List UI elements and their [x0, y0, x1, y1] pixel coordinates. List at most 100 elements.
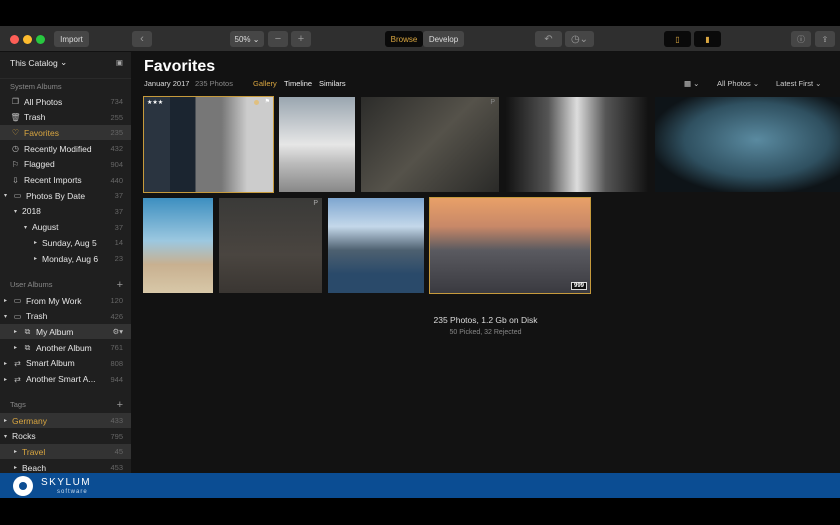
photo-thumbnail[interactable]: P: [361, 97, 499, 192]
sidebar-item[interactable]: ❐ All Photos 734: [0, 94, 131, 109]
sidebar-item[interactable]: 🗑 Trash 255: [0, 110, 131, 125]
expanded-arrow-icon[interactable]: ▾: [4, 433, 12, 440]
expanded-arrow-icon[interactable]: ▾: [4, 192, 12, 199]
heart-icon: ♡: [11, 128, 20, 138]
sidebar-item[interactable]: ⇩ Recent Imports 440: [0, 173, 131, 188]
photo-thumbnail[interactable]: [143, 198, 213, 293]
sidebar-item[interactable]: ▾ Rocks 795: [0, 429, 131, 444]
develop-tab[interactable]: Develop: [423, 31, 464, 47]
import-icon: ⇩: [12, 175, 19, 185]
filter-dropdown[interactable]: All Photos ⌄: [717, 79, 759, 88]
sidebar-item[interactable]: ▾ ▭ Photos By Date 37: [0, 188, 131, 203]
dual-panel-icon[interactable]: ▮: [694, 31, 721, 47]
sidebar-item-label: 2018: [22, 206, 41, 217]
collapsed-arrow-icon[interactable]: ▸: [14, 448, 22, 455]
sort-dropdown[interactable]: Latest First ⌄: [776, 79, 821, 88]
sidebar-item[interactable]: ▾ ▭ Trash 426: [0, 309, 131, 324]
smart-album-icon: ⇄: [14, 358, 21, 368]
smart-album-icon: ⇄: [14, 374, 21, 384]
sidebar-item[interactable]: ▸ Monday, Aug 6 23: [0, 251, 131, 266]
sidebar-item-label: Germany: [12, 415, 47, 426]
share-icon[interactable]: ⇪: [815, 31, 835, 47]
import-button[interactable]: Import: [54, 31, 89, 47]
single-panel-icon[interactable]: ▯: [664, 31, 691, 47]
catalog-dropdown[interactable]: This Catalog ⌄ ▣: [0, 55, 131, 70]
sidebar-item[interactable]: ▸ ⧉ Another Album 761: [0, 340, 131, 355]
sidebar-item-label: Photos By Date: [26, 190, 86, 201]
date-label: January 2017: [144, 79, 190, 88]
sidebar-item[interactable]: ▸ ⇄ Another Smart A... 944: [0, 372, 131, 387]
expanded-arrow-icon[interactable]: ▾: [24, 224, 32, 231]
zoom-dropdown[interactable]: 50% ⌄: [230, 31, 264, 47]
grid-size-dropdown[interactable]: ▦ ⌄: [684, 79, 699, 88]
sidebar: This Catalog ⌄ ▣ System Albums ❐ All Photo…: [0, 52, 131, 473]
sidebar-item-label: Trash: [26, 311, 48, 322]
expanded-arrow-icon[interactable]: ▾: [4, 313, 12, 320]
tab-similars[interactable]: Similars: [319, 79, 346, 88]
sidebar-item[interactable]: ♡ Favorites 235: [0, 125, 131, 141]
photos-icon: ❐: [11, 97, 20, 106]
sidebar-item-label: Recently Modified: [24, 143, 92, 154]
gear-icon[interactable]: ⚙▾: [113, 327, 124, 336]
collapsed-arrow-icon[interactable]: ▸: [4, 360, 12, 367]
history-icon[interactable]: ◷⌄: [565, 31, 594, 47]
collapsed-arrow-icon[interactable]: ▸: [14, 344, 22, 351]
close-window-button[interactable]: [10, 35, 19, 44]
sidebar-item[interactable]: ▸ ▭ From My Work 120: [0, 293, 131, 308]
system-albums-heading: System Albums: [0, 78, 131, 93]
brand-bar: SKYLUM software: [0, 473, 840, 498]
back-button[interactable]: ‹: [132, 31, 152, 47]
sidebar-item[interactable]: ◷ Recently Modified 432: [0, 141, 131, 156]
tab-timeline[interactable]: Timeline: [284, 79, 312, 88]
photo-thumbnail[interactable]: [328, 198, 424, 293]
zoom-out-button[interactable]: −: [268, 31, 288, 47]
photo-thumbnail[interactable]: 999: [429, 197, 591, 294]
catalog-label: This Catalog: [10, 57, 58, 68]
minimize-window-button[interactable]: [23, 35, 32, 44]
undo-icon[interactable]: ↶: [535, 31, 562, 47]
sidebar-item-label: Beach: [22, 462, 47, 473]
add-tag-icon[interactable]: +: [117, 399, 123, 411]
album-icon: ⧉: [24, 326, 31, 336]
add-album-icon[interactable]: +: [117, 279, 123, 291]
collapsed-arrow-icon[interactable]: ▸: [34, 239, 42, 246]
maximize-window-button[interactable]: [36, 35, 45, 44]
sidebar-item[interactable]: ⚐ Flagged 904: [0, 157, 131, 172]
photo-thumbnail[interactable]: [505, 97, 649, 192]
sidebar-item-count: 37: [114, 206, 123, 216]
sidebar-item[interactable]: ▸ Germany 433: [0, 413, 131, 428]
sidebar-item[interactable]: ▸ Travel 45: [0, 444, 131, 460]
collapsed-arrow-icon[interactable]: ▸: [4, 297, 12, 304]
collapsed-arrow-icon[interactable]: ▸: [4, 417, 12, 424]
sidebar-item[interactable]: ▾ 2018 37: [0, 204, 131, 219]
collapsed-arrow-icon[interactable]: ▸: [14, 328, 22, 335]
pick-badge: P: [490, 99, 495, 106]
sidebar-item-label: Rocks: [12, 431, 36, 442]
sidebar-item-count: 45: [114, 447, 123, 457]
color-label-icon: [254, 100, 259, 105]
sidebar-item-count: 440: [110, 175, 123, 185]
collapsed-arrow-icon[interactable]: ▸: [34, 255, 42, 262]
sidebar-item[interactable]: ▸ ⇄ Smart Album 808: [0, 356, 131, 371]
sidebar-item[interactable]: ▸ Sunday, Aug 5 14: [0, 235, 131, 250]
collapsed-arrow-icon[interactable]: ▸: [4, 376, 12, 383]
zoom-in-button[interactable]: +: [291, 31, 311, 47]
sidebar-item-label: Smart Album: [26, 358, 75, 369]
photo-thumbnail[interactable]: [279, 97, 355, 192]
collapsed-arrow-icon[interactable]: ▸: [14, 464, 22, 471]
sidebar-item-label: Flagged: [24, 159, 55, 170]
sidebar-item-label: From My Work: [26, 295, 82, 306]
sidebar-item-count: 120: [110, 296, 123, 305]
collapse-icon[interactable]: ▣: [116, 58, 123, 67]
info-icon[interactable]: ⓘ: [791, 31, 811, 47]
photo-thumbnail[interactable]: [655, 97, 840, 192]
browse-tab[interactable]: Browse: [385, 31, 423, 47]
tab-gallery[interactable]: Gallery: [253, 79, 277, 88]
photo-thumbnail[interactable]: ★★★ ⚑: [143, 96, 274, 193]
expanded-arrow-icon[interactable]: ▾: [14, 208, 22, 215]
sidebar-item[interactable]: ▾ August 37: [0, 220, 131, 235]
photo-thumbnail[interactable]: P: [219, 198, 322, 293]
flag-icon: ⚑: [264, 99, 270, 105]
sidebar-item[interactable]: ▸ ⧉ My Album ⚙▾: [0, 324, 131, 340]
photo-count: 235 Photos: [195, 79, 233, 88]
